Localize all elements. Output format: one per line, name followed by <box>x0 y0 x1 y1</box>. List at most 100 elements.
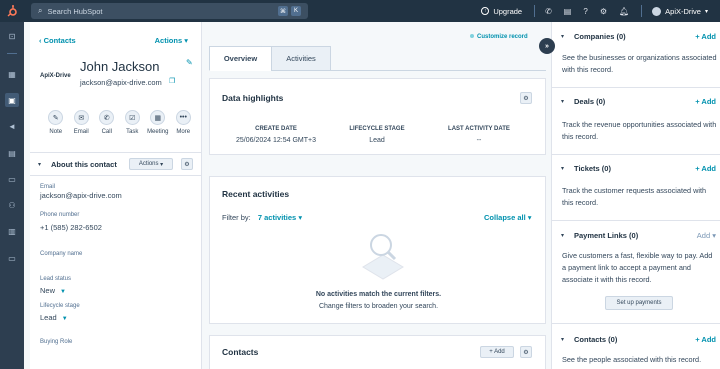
note-button[interactable]: ✎ Note <box>43 110 69 135</box>
copy-icon[interactable]: ❐ <box>169 77 175 85</box>
chevron-down-icon: ▾ <box>527 213 532 222</box>
lifecycle-stage-dropdown[interactable]: Lead ▼ <box>40 313 80 322</box>
chevron-down-icon[interactable]: ▾ <box>561 33 564 40</box>
more-button[interactable]: ••• More <box>171 110 197 135</box>
chevron-down-icon[interactable]: ▾ <box>561 165 564 172</box>
account-name: ApiX-Drive <box>665 6 701 16</box>
contacts-card-title: Contacts <box>222 347 259 357</box>
chevron-down-icon[interactable]: ▾ <box>38 161 41 168</box>
highlights-settings-button[interactable]: ⚙ <box>520 92 532 104</box>
lead-status-dropdown[interactable]: New ▼ <box>40 286 71 295</box>
commerce-icon[interactable]: ▭ <box>7 174 17 184</box>
tab-activities[interactable]: Activities <box>271 46 331 71</box>
empty-state-title: No activities match the current filters. <box>315 291 442 298</box>
contacts-section-add-button[interactable]: + Add <box>695 335 716 344</box>
payment-links-description: Give customers a fast, flexible way to p… <box>562 251 713 284</box>
meeting-button[interactable]: ▦ Meeting <box>145 110 171 135</box>
call-button[interactable]: ✆ Call <box>94 110 120 135</box>
deals-add-button[interactable]: + Add <box>695 97 716 106</box>
chevron-down-icon[interactable]: ▾ <box>561 98 564 105</box>
customize-label: Customize record <box>477 34 528 40</box>
associations-sidebar: ▾ Companies (0) + Add See the businesses… <box>551 22 720 369</box>
chevron-down-icon: ▾ <box>298 213 303 222</box>
marketing-icon[interactable]: ◄ <box>7 121 17 131</box>
double-chevron-right-icon: » <box>545 42 549 50</box>
reports-icon[interactable]: ▥ <box>7 226 17 236</box>
meeting-label: Meeting <box>147 129 169 135</box>
task-button[interactable]: ☑ Task <box>120 110 146 135</box>
left-rail: ⊡ ▦ ▣ ◄ ▤ ▭ ⚇ ▥ ▭ <box>0 22 24 369</box>
deals-title[interactable]: Deals (0) <box>574 97 605 106</box>
chevron-down-icon: ▼ <box>60 289 66 295</box>
hubspot-logo-icon[interactable] <box>0 0 24 22</box>
email-button[interactable]: ✉ Email <box>69 110 95 135</box>
about-settings-button[interactable]: ⚙ <box>181 158 193 170</box>
companies-title[interactable]: Companies (0) <box>574 32 626 41</box>
buying-role-label: Buying Role <box>40 339 73 345</box>
chevron-down-icon[interactable]: ▾ <box>561 336 564 343</box>
calendar-icon: ▦ <box>150 110 166 125</box>
customize-record-link[interactable]: Customize record <box>470 34 528 40</box>
about-actions-label: Actions <box>138 161 159 167</box>
last-activity-header: LAST ACTIVITY DATE <box>448 126 510 132</box>
data-highlights-card: Data highlights ⚙ CREATE DATE 25/06/2024… <box>209 78 546 155</box>
companies-add-button[interactable]: + Add <box>695 32 716 41</box>
task-icon: ☑ <box>124 110 140 125</box>
phone-property-value[interactable]: +1 (585) 282-6502 <box>40 223 102 232</box>
task-label: Task <box>126 129 139 135</box>
empty-state-subtitle: Change filters to broaden your search. <box>318 303 439 310</box>
activity-filter-dropdown[interactable]: 7 activities ▾ <box>258 213 302 222</box>
upgrade-label: Upgrade <box>493 6 523 16</box>
help-icon[interactable]: ? <box>583 7 587 16</box>
search-placeholder: Search HubSpot <box>47 6 103 16</box>
account-menu[interactable]: ApiX-Drive ▾ <box>652 6 708 16</box>
payment-links-add-button[interactable]: Add ▾ <box>697 231 716 240</box>
automation-icon[interactable]: ⚇ <box>7 200 17 210</box>
back-to-contacts-link[interactable]: ‹ Contacts <box>39 36 76 45</box>
expand-sidebar-button[interactable]: » <box>539 38 555 54</box>
about-section-title[interactable]: About this contact <box>51 160 117 169</box>
marketplace-icon[interactable]: ▤ <box>564 7 572 16</box>
tickets-add-button[interactable]: + Add <box>695 164 716 173</box>
tab-overview[interactable]: Overview <box>209 46 272 71</box>
create-date-header: CREATE DATE <box>255 126 297 132</box>
chevron-down-icon: ▾ <box>160 161 164 168</box>
activity-buttons: ✎ Note ✉ Email ✆ Call ☑ Task ▦ Meeting ••• Mor… <box>43 110 196 135</box>
payment-links-title[interactable]: Payment Links (0) <box>574 231 638 240</box>
email-icon: ✉ <box>73 110 89 125</box>
deals-description: Track the revenue opportunities associat… <box>562 120 717 141</box>
actions-dropdown[interactable]: Actions ▾ <box>155 36 188 45</box>
set-up-payments-button[interactable]: Set up payments <box>605 296 673 310</box>
divider <box>30 175 202 176</box>
company-logo-text: ApiX-Drive <box>40 73 71 79</box>
about-actions-dropdown[interactable]: Actions ▾ <box>129 158 173 170</box>
edit-icon[interactable]: ✎ <box>186 58 193 67</box>
contacts-icon[interactable]: ▣ <box>5 93 19 107</box>
contacts-settings-button[interactable]: ⚙ <box>520 346 532 358</box>
phone-icon[interactable]: ✆ <box>545 7 552 16</box>
search-input[interactable]: ⌕ Search HubSpot ⌘ K <box>31 3 308 19</box>
activity-filter: Filter by: 7 activities ▾ <box>222 213 302 222</box>
email-property-value[interactable]: jackson@apix-drive.com <box>40 191 122 200</box>
divider <box>641 5 643 17</box>
collapse-all-button[interactable]: Collapse all ▾ <box>484 213 532 222</box>
more-label: More <box>176 129 191 135</box>
company-name-label: Company name <box>40 251 83 257</box>
email-property: Email jackson@apix-drive.com <box>40 184 122 200</box>
lifecycle-stage-label: Lifecycle stage <box>40 303 80 309</box>
tickets-title[interactable]: Tickets (0) <box>574 164 611 173</box>
upgrade-button[interactable]: ↑ Upgrade <box>481 7 522 16</box>
apps-icon[interactable]: ▦ <box>7 69 17 79</box>
settings-icon[interactable]: ⚙ <box>600 7 607 16</box>
contacts-add-button[interactable]: + Add <box>480 346 514 358</box>
notifications-icon[interactable]: 🔔︎ <box>619 7 629 16</box>
bookmark-icon[interactable]: ⊡ <box>7 31 17 41</box>
contacts-section-title[interactable]: Contacts (0) <box>574 335 617 344</box>
content-icon[interactable]: ▤ <box>7 148 17 158</box>
contact-summary-panel: ‹ Contacts Actions ▾ ApiX-Drive John Jac… <box>30 22 202 369</box>
lifecycle-stage-highlight-value: Lead <box>369 137 385 144</box>
chevron-down-icon[interactable]: ▾ <box>561 232 564 239</box>
files-icon[interactable]: ▭ <box>7 253 17 263</box>
chevron-down-icon: ▼ <box>61 316 68 322</box>
lifecycle-stage-property: Lifecycle stage Lead ▼ <box>40 303 80 322</box>
